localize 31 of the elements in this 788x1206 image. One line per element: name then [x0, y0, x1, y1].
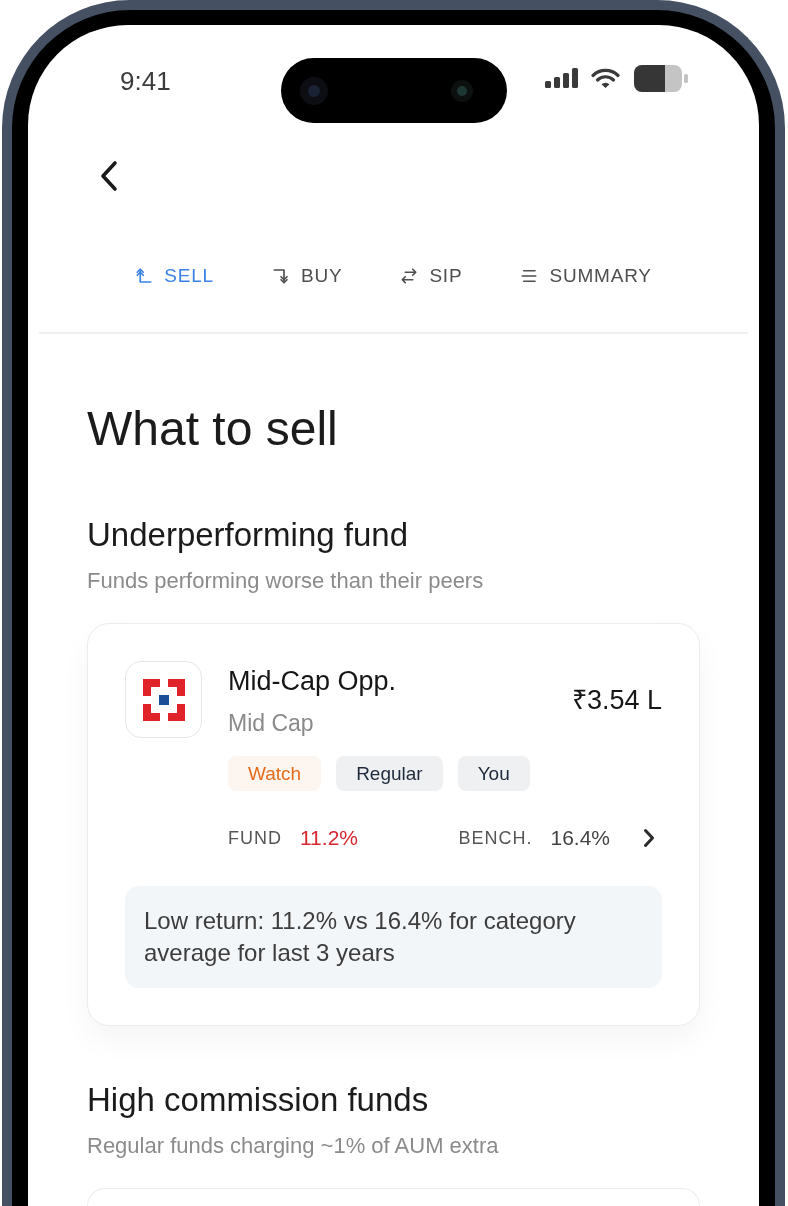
section-title: Underperforming fund: [87, 515, 408, 555]
swap-arrows-icon: [400, 267, 419, 285]
tab[interactable]: BUY: [271, 258, 343, 294]
section-subtitle: Funds performing worse than their peers: [87, 567, 484, 595]
signal-icon: [545, 68, 579, 88]
arrow-down-icon: [271, 267, 290, 285]
wifi-icon: [591, 67, 620, 89]
section-title: High commission funds: [87, 1080, 429, 1120]
info-note: Low return: 11.2% vs 16.4% for category average for last 3 years: [125, 886, 662, 988]
tab[interactable]: SIP: [400, 258, 463, 294]
chevron-right-icon[interactable]: [643, 828, 655, 848]
fund-tag: Watch: [228, 756, 322, 791]
status-time: 9:41: [120, 66, 171, 96]
chevron-left-icon: [98, 160, 120, 192]
fund-tag: You: [457, 756, 530, 791]
metric-label: FUND: [228, 827, 282, 850]
fund-category: Mid Cap: [228, 709, 314, 738]
fund-logo-icon: [125, 661, 202, 738]
tab[interactable]: SUMMARY: [520, 258, 652, 294]
section-subtitle: Regular funds charging ~1% of AUM extra: [87, 1132, 499, 1160]
metric-value: 16.4%: [550, 825, 610, 851]
list-lines-icon: [520, 267, 539, 285]
metric-value: 11.2%: [300, 825, 358, 851]
arrow-up-icon: [135, 267, 154, 285]
metric-label: BENCH.: [458, 827, 533, 850]
fund-tag: Regular: [336, 756, 443, 791]
fund-name: Mid-Cap Opp.: [228, 665, 397, 698]
tab[interactable]: SELL: [135, 258, 214, 294]
battery-icon: [634, 64, 688, 92]
fund-amount: ₹3.54 L: [571, 684, 662, 717]
page-title: What to sell: [87, 401, 338, 457]
